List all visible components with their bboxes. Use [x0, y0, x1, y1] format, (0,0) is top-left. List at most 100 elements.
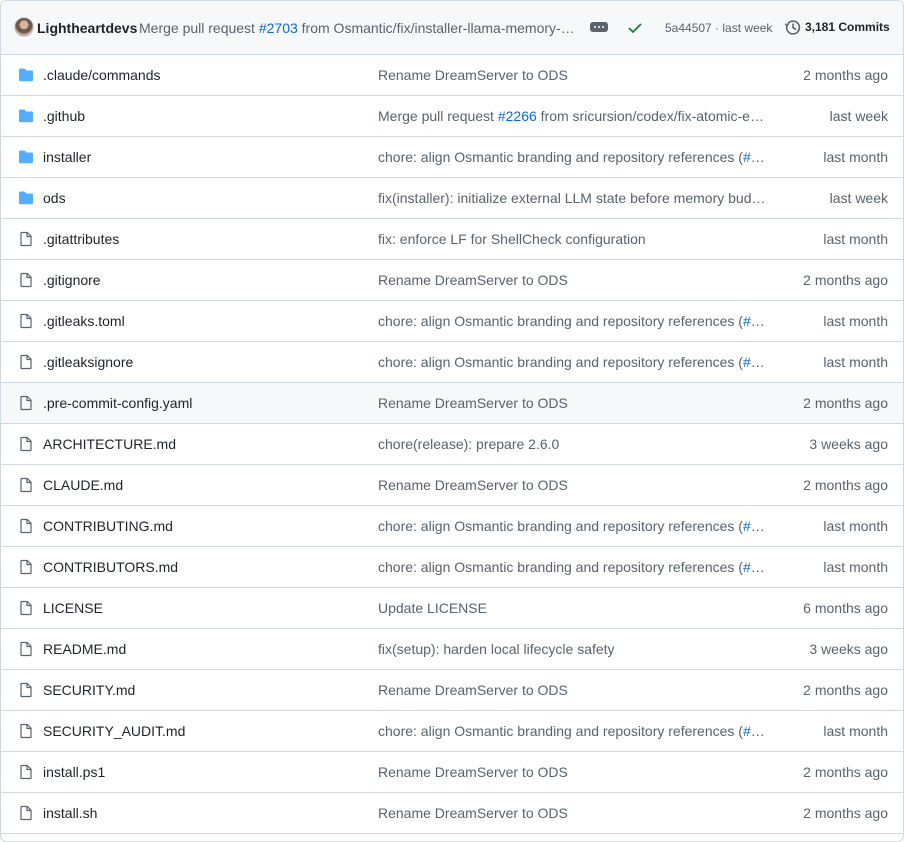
commit-age: last week [829, 190, 888, 206]
commit-author[interactable]: Lightheartdevs [37, 20, 137, 36]
file-name-link[interactable]: CONTRIBUTORS.md [43, 559, 178, 575]
table-row[interactable]: .gitleaksignore chore: align Osmantic bra… [1, 342, 903, 383]
table-row[interactable]: SECURITY.md Rename DreamServer to ODS 2 mo… [1, 670, 903, 711]
commit-message-link[interactable]: chore: align Osmantic branding and repos… [378, 518, 770, 534]
commit-age: last month [823, 518, 888, 534]
file-rows: .claude/commands Rename DreamServer to OD… [1, 55, 903, 834]
pull-request-link[interactable]: #1... [743, 354, 770, 370]
commit-message-prefix[interactable]: chore: align Osmantic branding and repos… [378, 149, 743, 165]
avatar[interactable] [14, 17, 34, 37]
table-row[interactable]: ARCHITECTURE.md chore(release): prepare 2… [1, 424, 903, 465]
table-row[interactable]: SECURITY_AUDIT.md chore: align Osmantic b… [1, 711, 903, 752]
table-row[interactable]: CLAUDE.md Rename DreamServer to ODS 2 mont… [1, 465, 903, 506]
check-icon[interactable] [627, 20, 643, 36]
commit-sha-info: 5a44507 · last week [665, 21, 772, 35]
file-name-link[interactable]: install.ps1 [43, 764, 105, 780]
table-row[interactable]: .github Merge pull request #2266 from sri… [1, 96, 903, 137]
commit-message-link[interactable]: Rename DreamServer to ODS [378, 682, 770, 698]
commit-message-link[interactable]: Update LICENSE [378, 600, 770, 616]
pull-request-link[interactable]: #1... [743, 723, 770, 739]
file-name-link[interactable]: SECURITY_AUDIT.md [43, 723, 185, 739]
file-name-link[interactable]: ods [43, 190, 66, 206]
commit-message-suffix[interactable]: from sricursion/codex/fix-atomic-env-wri… [537, 108, 770, 124]
commit-message-prefix[interactable]: chore: align Osmantic branding and repos… [378, 518, 743, 534]
commit-message-prefix[interactable]: chore: align Osmantic branding and repos… [378, 354, 743, 370]
pull-request-link[interactable]: #1... [743, 559, 770, 575]
history-icon[interactable] [784, 19, 801, 36]
commit-message-prefix[interactable]: chore: align Osmantic branding and repos… [378, 559, 743, 575]
file-name-link[interactable]: .gitleaks.toml [43, 313, 125, 329]
commit-message-prefix[interactable]: chore: align Osmantic branding and repos… [378, 723, 743, 739]
file-icon [18, 313, 34, 329]
table-row[interactable]: LICENSE Update LICENSE 6 months ago [1, 588, 903, 629]
commit-age: last month [823, 149, 888, 165]
file-name-link[interactable]: SECURITY.md [43, 682, 135, 698]
table-row[interactable]: .pre-commit-config.yaml Rename DreamServe… [1, 383, 903, 424]
file-name-link[interactable]: install.sh [43, 805, 97, 821]
table-row[interactable]: installer chore: align Osmantic branding … [1, 137, 903, 178]
file-name-link[interactable]: LICENSE [43, 600, 103, 616]
commit-sha[interactable]: 5a44507 [665, 21, 712, 35]
table-row[interactable]: CONTRIBUTORS.md chore: align Osmantic bra… [1, 547, 903, 588]
pull-request-link[interactable]: #1... [743, 518, 770, 534]
file-name-link[interactable]: .gitattributes [43, 231, 119, 247]
commit-message-link[interactable]: Rename DreamServer to ODS [378, 805, 770, 821]
commit-message-link[interactable]: chore(release): prepare 2.6.0 [378, 436, 770, 452]
latest-commit-message[interactable]: Merge pull request #2703 from Osmantic/f… [139, 20, 577, 36]
commit-message-link[interactable]: fix(installer): initialize external LLM … [378, 190, 770, 206]
file-name-link[interactable]: installer [43, 149, 91, 165]
commit-age: 6 months ago [803, 600, 888, 616]
file-name-link[interactable]: CLAUDE.md [43, 477, 123, 493]
commit-message-link[interactable]: Rename DreamServer to ODS [378, 764, 770, 780]
commit-message-link[interactable]: chore: align Osmantic branding and repos… [378, 723, 770, 739]
commit-message-link[interactable]: chore: align Osmantic branding and repos… [378, 559, 770, 575]
file-list: Lightheartdevs Merge pull request #2703 … [0, 0, 904, 842]
commit-age: last week [829, 108, 888, 124]
commit-age: last month [823, 723, 888, 739]
table-row[interactable]: CONTRIBUTING.md chore: align Osmantic bra… [1, 506, 903, 547]
commit-message-link[interactable]: chore: align Osmantic branding and repos… [378, 149, 770, 165]
table-row[interactable]: README.md fix(setup): harden local lifecy… [1, 629, 903, 670]
commit-message-link[interactable]: fix: enforce LF for ShellCheck configura… [378, 231, 770, 247]
commit-message-link[interactable]: Merge pull request #2266 from sricursion… [378, 108, 770, 124]
pull-request-link[interactable]: #1... [743, 149, 770, 165]
table-row[interactable]: .gitleaks.toml chore: align Osmantic bran… [1, 301, 903, 342]
file-name-link[interactable]: ARCHITECTURE.md [43, 436, 176, 452]
commit-message-prefix[interactable]: Merge pull request [378, 108, 498, 124]
table-row[interactable]: ods fix(installer): initialize external L… [1, 178, 903, 219]
table-row[interactable]: .claude/commands Rename DreamServer to OD… [1, 55, 903, 96]
commit-age: 3 weeks ago [809, 436, 888, 452]
pull-request-link[interactable]: #2703 [259, 20, 298, 36]
file-name-link[interactable]: .gitignore [43, 272, 101, 288]
table-row[interactable]: .gitignore Rename DreamServer to ODS 2 mon… [1, 260, 903, 301]
file-name-link[interactable]: CONTRIBUTING.md [43, 518, 173, 534]
file-name-link[interactable]: README.md [43, 641, 126, 657]
pull-request-link[interactable]: #1... [743, 313, 770, 329]
commit-message-link[interactable]: Rename DreamServer to ODS [378, 272, 770, 288]
commit-message-link[interactable]: chore: align Osmantic branding and repos… [378, 313, 770, 329]
commit-message-suffix[interactable]: from Osmantic/fix/installer-llama-memory… [298, 20, 577, 36]
commit-message-link[interactable]: Rename DreamServer to ODS [378, 395, 770, 411]
commit-age: 2 months ago [803, 682, 888, 698]
latest-commit-bar: Lightheartdevs Merge pull request #2703 … [1, 1, 903, 55]
commit-age: last month [823, 231, 888, 247]
pull-request-link[interactable]: #2266 [498, 108, 537, 124]
file-name-link[interactable]: .claude/commands [43, 67, 161, 83]
table-row[interactable]: .gitattributes fix: enforce LF for ShellC… [1, 219, 903, 260]
expand-commit-button[interactable] [590, 22, 608, 32]
file-name-link[interactable]: .pre-commit-config.yaml [43, 395, 192, 411]
file-name-link[interactable]: .github [43, 108, 85, 124]
file-icon [18, 641, 34, 657]
commit-age: 2 months ago [803, 477, 888, 493]
commit-message-link[interactable]: Rename DreamServer to ODS [378, 477, 770, 493]
table-row[interactable]: install.sh Rename DreamServer to ODS 2 mon… [1, 793, 903, 834]
commit-age: last month [823, 354, 888, 370]
commit-message-link[interactable]: Rename DreamServer to ODS [378, 67, 770, 83]
commit-message-prefix[interactable]: Merge pull request [139, 20, 259, 36]
commit-message-link[interactable]: chore: align Osmantic branding and repos… [378, 354, 770, 370]
file-name-link[interactable]: .gitleaksignore [43, 354, 133, 370]
commits-count-link[interactable]: 3,181 Commits [805, 20, 890, 34]
commit-message-prefix[interactable]: chore: align Osmantic branding and repos… [378, 313, 743, 329]
commit-message-link[interactable]: fix(setup): harden local lifecycle safet… [378, 641, 770, 657]
table-row[interactable]: install.ps1 Rename DreamServer to ODS 2 mo… [1, 752, 903, 793]
